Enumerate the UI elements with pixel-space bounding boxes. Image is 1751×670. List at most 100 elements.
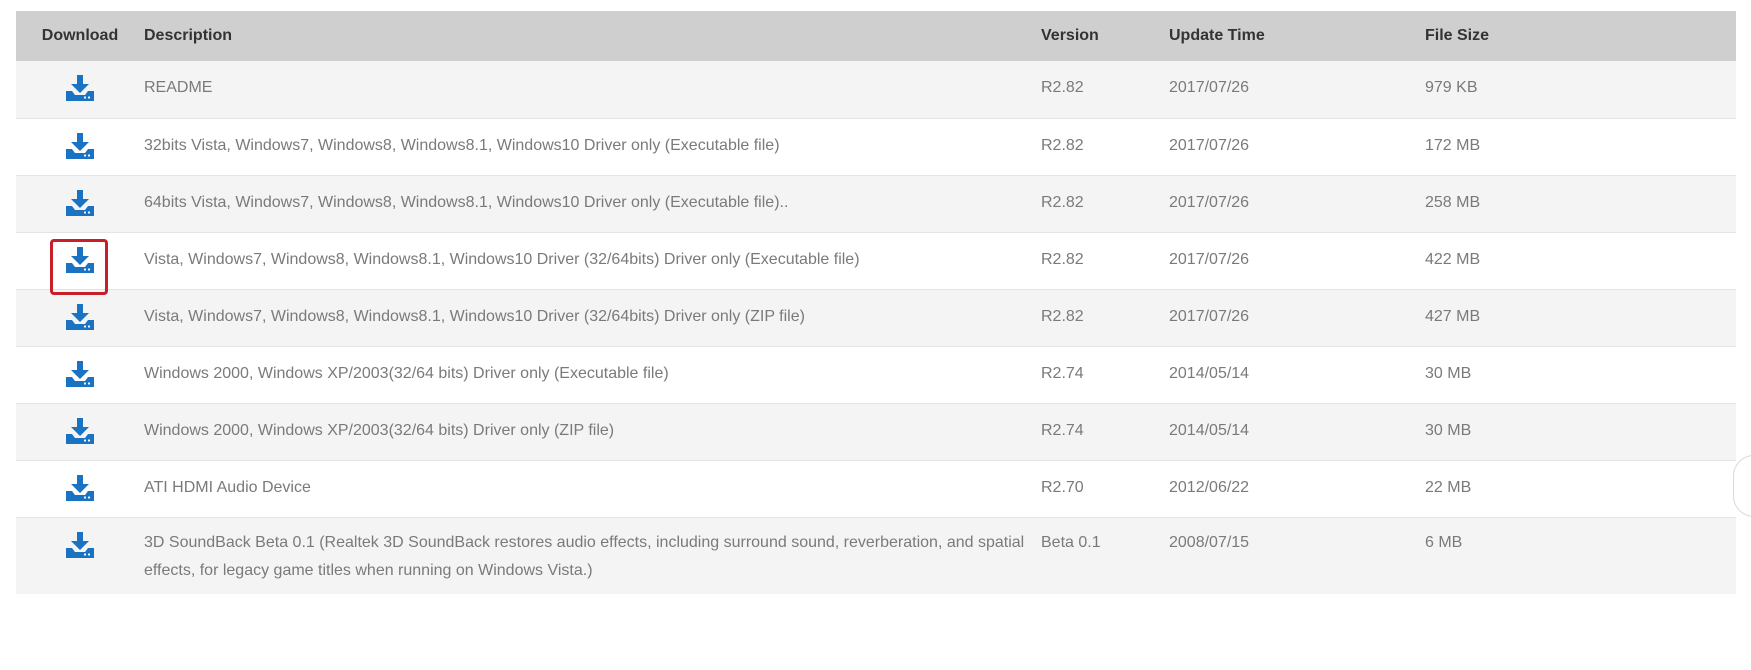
file-size-cell: 422 MB xyxy=(1425,232,1736,290)
update-time-cell-text: 2017/07/26 xyxy=(1169,79,1250,96)
version-cell: R2.82 xyxy=(1041,289,1169,347)
update-time-cell: 2014/05/14 xyxy=(1169,403,1425,461)
update-time-cell-text: 2014/05/14 xyxy=(1169,421,1250,439)
version-cell-text: R2.82 xyxy=(1041,79,1084,96)
update-time-cell: 2008/07/15 xyxy=(1169,517,1425,594)
description-cell: 3D SoundBack Beta 0.1 (Realtek 3D SoundB… xyxy=(144,517,1041,594)
table-row: Vista, Windows7, Windows8, Windows8.1, W… xyxy=(16,232,1736,295)
download-icon[interactable] xyxy=(62,360,98,394)
download-icon[interactable] xyxy=(50,238,108,295)
download-cell xyxy=(16,517,144,594)
version-cell-text: R2.82 xyxy=(1041,307,1084,325)
download-icon[interactable] xyxy=(62,189,98,223)
version-cell-text: R2.82 xyxy=(1041,136,1084,154)
file-size-cell-text: 22 MB xyxy=(1425,478,1472,496)
downloads-table-container: Download Description Version Update Time… xyxy=(16,11,1736,594)
update-time-cell: 2017/07/26 xyxy=(1169,175,1425,233)
file-size-cell: 427 MB xyxy=(1425,289,1736,347)
update-time-cell: 2017/07/26 xyxy=(1169,232,1425,290)
description-cell: Windows 2000, Windows XP/2003(32/64 bits… xyxy=(144,403,1041,461)
version-cell-text: Beta 0.1 xyxy=(1041,533,1101,551)
download-cell xyxy=(16,232,144,295)
download-cell xyxy=(16,403,144,461)
version-cell: R2.70 xyxy=(1041,460,1169,518)
update-time-cell: 2014/05/14 xyxy=(1169,346,1425,404)
description-cell: Windows 2000, Windows XP/2003(32/64 bits… xyxy=(144,346,1041,404)
update-time-cell-text: 2017/07/26 xyxy=(1169,193,1250,211)
table-row: README R2.82 2017/07/26 979 KB xyxy=(16,61,1736,119)
version-cell-text: R2.82 xyxy=(1041,193,1084,211)
description-cell-text[interactable]: 32bits Vista, Windows7, Windows8, Window… xyxy=(144,119,1041,156)
download-icon[interactable] xyxy=(62,417,98,451)
file-size-cell: 30 MB xyxy=(1425,346,1736,404)
download-cell xyxy=(16,460,144,518)
scroll-to-top-button[interactable] xyxy=(1733,455,1751,517)
description-cell-text[interactable]: 64bits Vista, Windows7, Windows8, Window… xyxy=(144,176,1041,213)
table-row: 64bits Vista, Windows7, Windows8, Window… xyxy=(16,175,1736,233)
description-cell-text[interactable]: Windows 2000, Windows XP/2003(32/64 bits… xyxy=(144,404,1041,441)
update-time-cell-text: 2012/06/22 xyxy=(1169,478,1250,496)
description-cell-text[interactable]: ATI HDMI Audio Device xyxy=(144,461,1041,498)
file-size-cell-text: 422 MB xyxy=(1425,250,1481,268)
update-time-cell: 2012/06/22 xyxy=(1169,460,1425,518)
file-size-cell-text: 979 KB xyxy=(1425,79,1478,96)
update-time-cell-text: 2017/07/26 xyxy=(1169,136,1250,154)
table-row: Windows 2000, Windows XP/2003(32/64 bits… xyxy=(16,403,1736,461)
download-cell xyxy=(16,118,144,176)
downloads-table: Download Description Version Update Time… xyxy=(16,11,1736,594)
description-cell: ATI HDMI Audio Device xyxy=(144,460,1041,518)
download-icon[interactable] xyxy=(62,474,98,508)
file-size-cell-text: 30 MB xyxy=(1425,421,1472,439)
file-size-cell: 258 MB xyxy=(1425,175,1736,233)
table-row: ATI HDMI Audio Device R2.70 2012/06/22 22 M… xyxy=(16,460,1736,518)
version-cell: R2.82 xyxy=(1041,175,1169,233)
file-size-cell: 172 MB xyxy=(1425,118,1736,176)
file-size-cell-text: 30 MB xyxy=(1425,364,1472,382)
version-cell: R2.74 xyxy=(1041,403,1169,461)
update-time-cell: 2017/07/26 xyxy=(1169,289,1425,347)
header-file-size: File Size xyxy=(1425,11,1736,61)
file-size-cell: 22 MB xyxy=(1425,460,1736,518)
download-icon[interactable] xyxy=(62,74,98,108)
download-icon[interactable] xyxy=(62,531,98,565)
update-time-cell-text: 2017/07/26 xyxy=(1169,250,1250,268)
update-time-cell-text: 2017/07/26 xyxy=(1169,307,1250,325)
header-update-time: Update Time xyxy=(1169,11,1425,61)
update-time-cell: 2017/07/26 xyxy=(1169,118,1425,176)
header-download: Download xyxy=(16,11,144,61)
description-cell-text[interactable]: 3D SoundBack Beta 0.1 (Realtek 3D SoundB… xyxy=(144,518,1041,585)
download-icon[interactable] xyxy=(62,132,98,166)
version-cell-text: R2.74 xyxy=(1041,421,1084,439)
file-size-cell: 30 MB xyxy=(1425,403,1736,461)
table-row: Vista, Windows7, Windows8, Windows8.1, W… xyxy=(16,289,1736,347)
file-size-cell: 6 MB xyxy=(1425,517,1736,594)
file-size-cell: 979 KB xyxy=(1425,61,1736,119)
update-time-cell-text: 2014/05/14 xyxy=(1169,364,1250,382)
description-cell-text[interactable]: Vista, Windows7, Windows8, Windows8.1, W… xyxy=(144,233,1041,270)
description-cell: 64bits Vista, Windows7, Windows8, Window… xyxy=(144,175,1041,233)
download-cell xyxy=(16,346,144,404)
file-size-cell-text: 427 MB xyxy=(1425,307,1481,325)
update-time-cell-text: 2008/07/15 xyxy=(1169,533,1250,551)
file-size-cell-text: 172 MB xyxy=(1425,136,1481,154)
version-cell: R2.82 xyxy=(1041,118,1169,176)
download-icon[interactable] xyxy=(62,303,98,337)
version-cell: R2.82 xyxy=(1041,61,1169,119)
version-cell: Beta 0.1 xyxy=(1041,517,1169,594)
table-row: 32bits Vista, Windows7, Windows8, Window… xyxy=(16,118,1736,176)
version-cell-text: R2.74 xyxy=(1041,364,1084,382)
table-row: Windows 2000, Windows XP/2003(32/64 bits… xyxy=(16,346,1736,404)
table-row: 3D SoundBack Beta 0.1 (Realtek 3D SoundB… xyxy=(16,517,1736,594)
description-cell: Vista, Windows7, Windows8, Windows8.1, W… xyxy=(144,289,1041,347)
update-time-cell: 2017/07/26 xyxy=(1169,61,1425,119)
version-cell: R2.74 xyxy=(1041,346,1169,404)
file-size-cell-text: 6 MB xyxy=(1425,533,1463,551)
download-cell xyxy=(16,175,144,233)
version-cell-text: R2.70 xyxy=(1041,478,1084,496)
version-cell-text: R2.82 xyxy=(1041,250,1084,268)
download-cell xyxy=(16,61,144,119)
description-cell-text[interactable]: README xyxy=(144,61,1041,98)
description-cell-text[interactable]: Windows 2000, Windows XP/2003(32/64 bits… xyxy=(144,347,1041,384)
description-cell-text[interactable]: Vista, Windows7, Windows8, Windows8.1, W… xyxy=(144,290,1041,327)
download-cell xyxy=(16,289,144,347)
